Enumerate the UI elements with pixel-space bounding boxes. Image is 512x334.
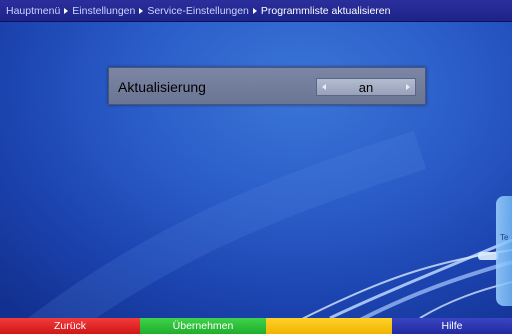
selector-value: an <box>358 80 374 95</box>
blue-button-label: Hilfe <box>441 320 463 332</box>
breadcrumb-item-settings: Einstellungen <box>72 4 136 17</box>
setting-label: Aktualisierung <box>118 79 206 95</box>
arrow-right-icon[interactable] <box>406 84 410 90</box>
breadcrumb: Hauptmenü Einstellungen Service-Einstell… <box>0 0 512 22</box>
green-apply-button[interactable]: Übernehmen <box>140 318 266 334</box>
red-back-button[interactable]: Zurück <box>0 318 140 334</box>
red-button-label: Zurück <box>53 320 87 332</box>
background-decoration: Te <box>27 130 512 334</box>
device-shape <box>496 196 512 306</box>
value-selector[interactable]: an <box>316 78 416 96</box>
breadcrumb-arrow-icon <box>252 7 257 14</box>
cable-connector <box>478 252 498 260</box>
breadcrumb-item-service-settings: Service-Einstellungen <box>147 4 249 17</box>
breadcrumb-arrow-icon <box>139 7 144 14</box>
setting-row-update[interactable]: Aktualisierung an <box>108 67 426 105</box>
device-label: Te <box>500 233 509 242</box>
breadcrumb-arrow-icon <box>64 7 69 14</box>
breadcrumb-item-main-menu: Hauptmenü <box>6 4 61 17</box>
yellow-button[interactable] <box>266 318 392 334</box>
blue-help-button[interactable]: Hilfe <box>392 318 512 334</box>
breadcrumb-item-current: Programmliste aktualisieren <box>260 4 391 17</box>
cable-1 <box>329 238 512 320</box>
color-key-bar: Zurück Übernehmen Hilfe <box>0 318 512 334</box>
green-button-label: Übernehmen <box>172 320 234 332</box>
tv-menu-screen: Te Hauptmenü Einstellungen Service-Einst… <box>0 0 512 334</box>
